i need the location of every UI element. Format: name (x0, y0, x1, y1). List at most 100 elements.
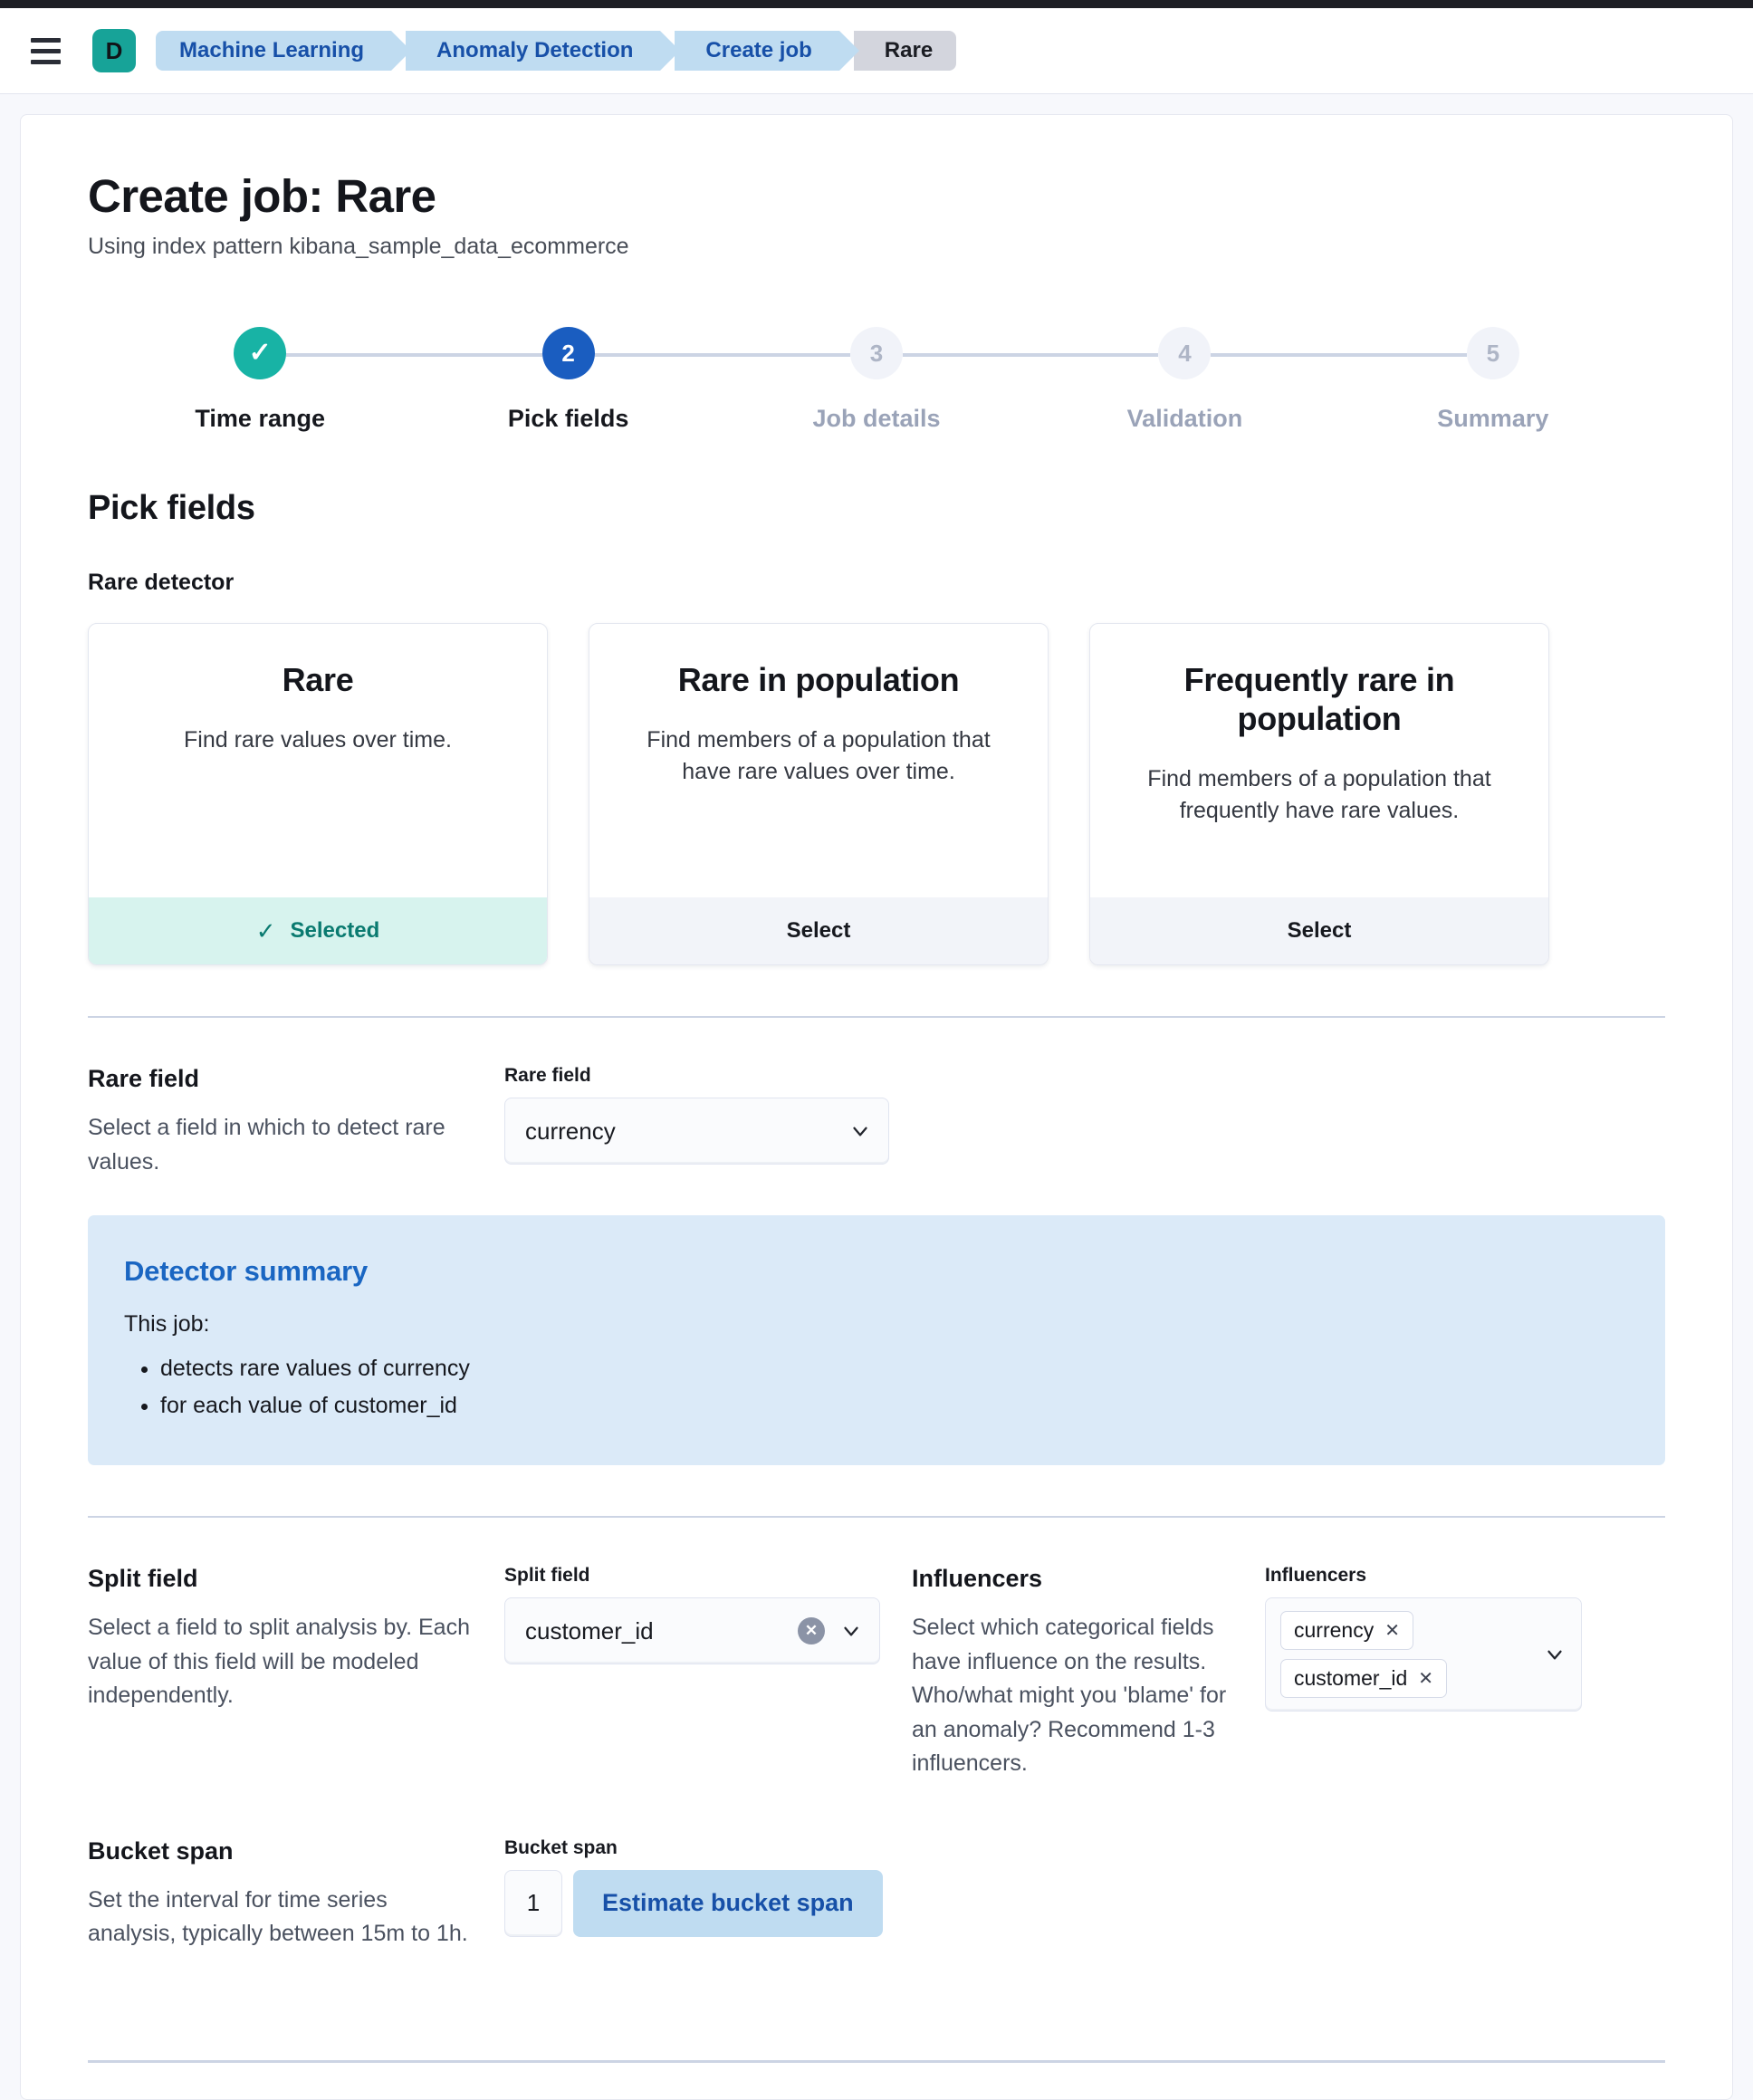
detector-card-action-label: Selected (291, 918, 380, 944)
rare-field-value: currency (525, 1117, 848, 1146)
check-icon: ✓ (249, 340, 272, 367)
rare-field-description-column: Rare field Select a field in which to de… (88, 1065, 504, 1179)
step-label-time-range[interactable]: Time range (195, 405, 325, 433)
split-field-description-column: Split field Select a field to split anal… (88, 1565, 504, 1781)
detector-summary-title: Detector summary (124, 1255, 1629, 1288)
detector-card-description: Find members of a population that freque… (1126, 763, 1512, 826)
detector-card-select-button[interactable]: Select (1090, 897, 1548, 964)
detector-summary-list: detects rare values of currency for each… (160, 1350, 1629, 1424)
detector-card-description: Find members of a population that have r… (626, 724, 1011, 787)
step-connector-line (1211, 353, 1338, 357)
step-marker-validation[interactable]: 4 (1158, 327, 1211, 379)
chevron-down-icon[interactable] (848, 1119, 872, 1143)
wizard-stepper: ✓ Time range 2 Pick fields 3 Job details… (88, 327, 1665, 433)
step-connector-line (414, 353, 541, 357)
main-panel: Create job: Rare Using index pattern kib… (20, 114, 1733, 2100)
step-label-summary[interactable]: Summary (1437, 405, 1548, 433)
page-subtitle: Using index pattern kibana_sample_data_e… (88, 234, 1665, 260)
influencers-control-column: Influencers currency ✕ customer_id ✕ (1265, 1565, 1665, 1781)
step-label-validation[interactable]: Validation (1127, 405, 1243, 433)
detector-card-frequently-rare-in-population[interactable]: Frequently rare in population Find membe… (1089, 623, 1549, 965)
subsection-heading-rare-detector: Rare detector (88, 570, 1665, 596)
influencers-description-column: Influencers Select which categorical fie… (885, 1565, 1265, 1781)
step-marker-pick-fields[interactable]: 2 (542, 327, 595, 379)
influencers-description: Select which categorical fields have inf… (912, 1611, 1231, 1781)
estimate-bucket-span-button[interactable]: Estimate bucket span (573, 1870, 883, 1937)
step-marker-summary[interactable]: 5 (1467, 327, 1519, 379)
influencers-label: Influencers (1265, 1565, 1665, 1587)
rare-field-row: Rare field Select a field in which to de… (88, 1065, 1665, 1179)
detector-card-rare[interactable]: Rare Find rare values over time. ✓ Selec… (88, 623, 548, 965)
bucket-span-description-column: Bucket span Set the interval for time se… (88, 1837, 504, 1951)
section-heading-pick-fields: Pick fields (88, 489, 1665, 528)
hamburger-bar (31, 49, 61, 53)
step-connector-line (723, 353, 850, 357)
bottom-divider (88, 2060, 1665, 2063)
detector-summary-item: for each value of customer_id (160, 1387, 1629, 1424)
bucket-span-description: Set the interval for time series analysi… (88, 1884, 470, 1951)
influencer-pill-label: currency (1294, 1618, 1374, 1643)
section-divider (88, 1516, 1665, 1518)
bucket-span-heading: Bucket span (88, 1837, 470, 1865)
section-divider (88, 1016, 1665, 1018)
step-connector-line (286, 353, 414, 357)
detector-summary-callout: Detector summary This job: detects rare … (88, 1215, 1665, 1465)
influencers-heading: Influencers (912, 1565, 1231, 1593)
detector-card-title: Rare in population (626, 660, 1011, 699)
hamburger-menu-icon[interactable] (25, 31, 65, 71)
detector-card-select-button[interactable]: Select (589, 897, 1048, 964)
step-connector-line (595, 353, 723, 357)
clear-icon[interactable]: ✕ (798, 1617, 825, 1645)
detector-card-rare-in-population[interactable]: Rare in population Find members of a pop… (589, 623, 1049, 965)
step-time-range[interactable]: ✓ Time range (106, 327, 414, 433)
breadcrumb-item-anomaly-detection[interactable]: Anomaly Detection (406, 31, 660, 71)
influencer-pill-currency[interactable]: currency ✕ (1280, 1611, 1413, 1650)
step-connector-line (1339, 353, 1467, 357)
step-connector-line (903, 353, 1030, 357)
influencers-combobox[interactable]: currency ✕ customer_id ✕ (1265, 1597, 1582, 1712)
rare-field-control-column: Rare field currency (504, 1065, 1665, 1179)
step-job-details[interactable]: 3 Job details (723, 327, 1030, 433)
rare-field-label: Rare field (504, 1065, 1665, 1087)
detector-card-body: Frequently rare in population Find membe… (1090, 624, 1548, 897)
bucket-span-input[interactable]: 1 (504, 1870, 562, 1937)
split-field-value: customer_id (525, 1617, 798, 1645)
remove-icon[interactable]: ✕ (1384, 1619, 1400, 1642)
page-title: Create job: Rare (88, 171, 1665, 221)
detector-summary-lead: This job: (124, 1311, 1629, 1338)
hamburger-bar (31, 38, 61, 43)
detector-card-body: Rare in population Find members of a pop… (589, 624, 1048, 897)
detector-card-selected-button[interactable]: ✓ Selected (89, 897, 547, 964)
step-marker-time-range[interactable]: ✓ (234, 327, 286, 379)
page-wrapper: Create job: Rare Using index pattern kib… (0, 94, 1753, 2100)
step-validation[interactable]: 4 Validation (1030, 327, 1338, 433)
detector-summary-item: detects rare values of currency (160, 1350, 1629, 1387)
hamburger-bar (31, 60, 61, 64)
rare-field-description: Select a field in which to detect rare v… (88, 1111, 470, 1179)
split-and-influencers-row: Split field Select a field to split anal… (88, 1565, 1665, 1781)
space-avatar[interactable]: D (92, 29, 136, 72)
influencer-pill-label: customer_id (1294, 1666, 1407, 1691)
breadcrumb-item-rare: Rare (854, 31, 956, 71)
detector-card-action-label: Select (787, 918, 851, 944)
step-summary[interactable]: 5 Summary (1339, 327, 1647, 433)
influencer-pill-customer-id[interactable]: customer_id ✕ (1280, 1659, 1447, 1698)
breadcrumb-item-machine-learning[interactable]: Machine Learning (156, 31, 391, 71)
chevron-down-icon[interactable] (1543, 1643, 1566, 1666)
rare-field-select[interactable]: currency (504, 1098, 889, 1165)
detector-card-action-label: Select (1288, 918, 1352, 944)
bucket-span-label: Bucket span (504, 1837, 1665, 1859)
bucket-span-control-column: Bucket span 1 Estimate bucket span (504, 1837, 1665, 1951)
detector-card-title: Rare (125, 660, 511, 699)
breadcrumb-item-create-job[interactable]: Create job (675, 31, 838, 71)
influencers-pill-list: currency ✕ customer_id ✕ (1280, 1611, 1543, 1698)
step-label-job-details[interactable]: Job details (812, 405, 940, 433)
step-pick-fields[interactable]: 2 Pick fields (414, 327, 722, 433)
chevron-down-icon[interactable] (839, 1619, 863, 1643)
step-label-pick-fields[interactable]: Pick fields (508, 405, 629, 433)
split-field-select[interactable]: customer_id ✕ (504, 1597, 880, 1664)
breadcrumb: Machine Learning Anomaly Detection Creat… (156, 31, 956, 71)
split-field-control-column: Split field customer_id ✕ (504, 1565, 885, 1781)
step-marker-job-details[interactable]: 3 (850, 327, 903, 379)
remove-icon[interactable]: ✕ (1418, 1667, 1433, 1690)
